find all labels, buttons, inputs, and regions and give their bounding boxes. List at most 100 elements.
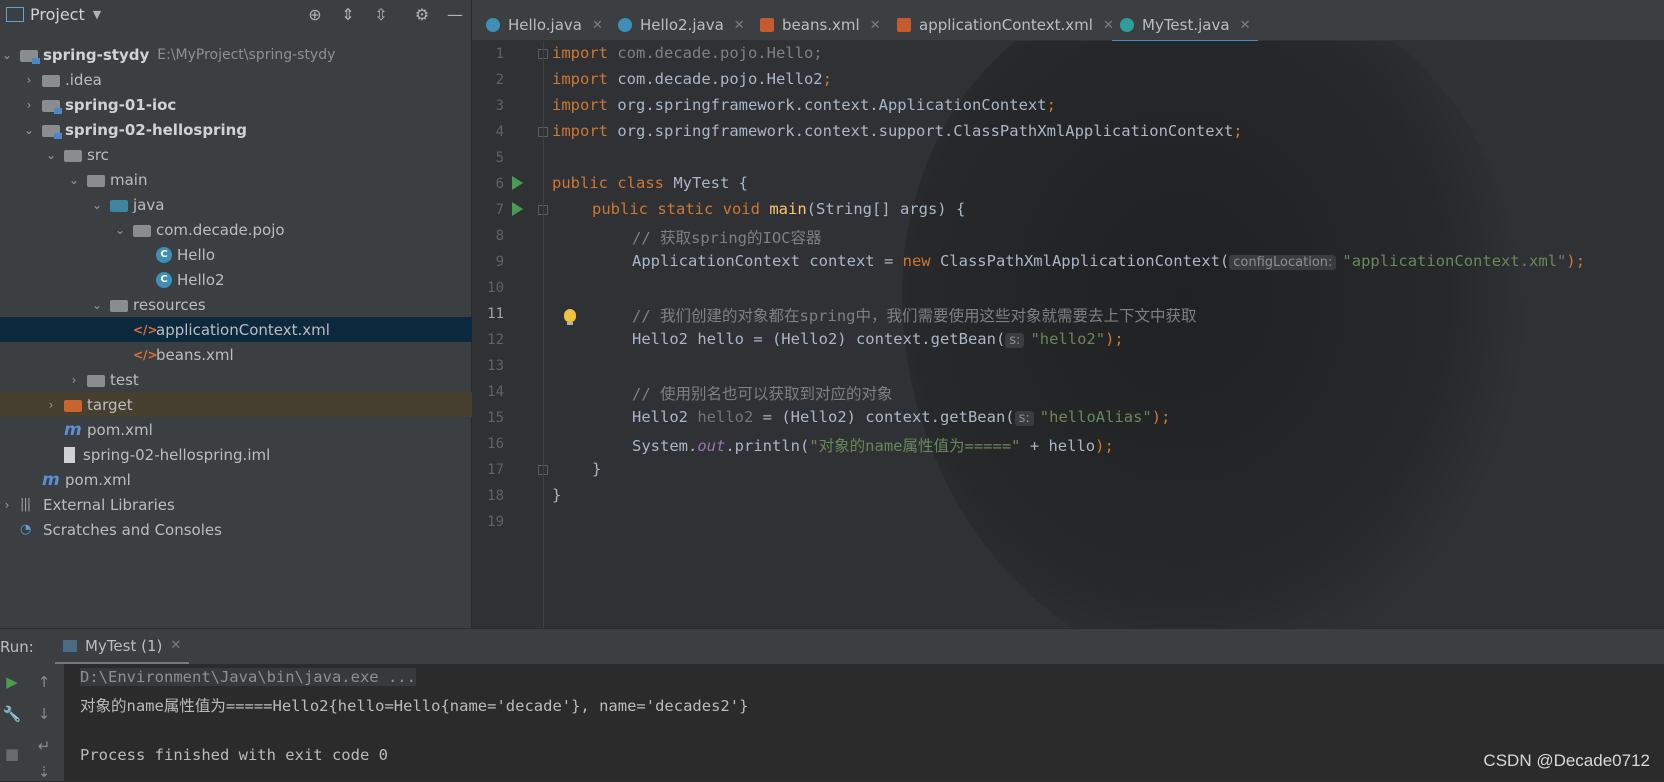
chevron-down-icon[interactable]: ⌄	[67, 173, 81, 187]
tree-item-label: resources	[133, 295, 206, 314]
tree-item-test[interactable]: › test	[0, 367, 538, 392]
line-number: 15	[487, 410, 504, 426]
chevron-down-icon[interactable]: ▼	[93, 8, 101, 21]
chevron-down-icon[interactable]: ⌄	[90, 198, 104, 212]
chevron-down-icon[interactable]: ⌄	[0, 48, 14, 62]
run-class-icon[interactable]	[512, 176, 523, 190]
line-number: 19	[487, 514, 504, 530]
chevron-right-icon[interactable]: ›	[22, 73, 36, 87]
locate-icon[interactable]: ⊕	[305, 4, 325, 24]
tree-item-label: pom.xml	[65, 470, 131, 489]
code-line-1: import com.decade.pojo.Hello;	[552, 44, 823, 62]
lightbulb-icon[interactable]	[564, 309, 576, 325]
chevron-down-icon[interactable]: ⌄	[22, 123, 36, 137]
tree-item-root-pom-xml[interactable]: m pom.xml	[0, 467, 493, 492]
tree-item-spring-01-ioc[interactable]: › spring-01-ioc	[0, 92, 493, 117]
code-line-17: }	[592, 460, 602, 478]
gear-icon[interactable]: ⚙	[412, 4, 432, 24]
tree-item-label: com.decade.pojo	[156, 220, 285, 239]
code-line-12: Hello2 hello = (Hello2) context.getBean(…	[632, 330, 1124, 348]
java-class-icon	[618, 18, 632, 32]
tab-mytest-java[interactable]: MyTest.java ✕	[1112, 10, 1259, 43]
tab-hello2-java[interactable]: Hello2.java ✕	[618, 10, 745, 40]
chevron-down-icon[interactable]: ⌄	[113, 223, 127, 237]
code-line-4: import org.springframework.context.suppo…	[552, 122, 1243, 140]
up-arrow-icon[interactable]: ↑	[34, 672, 54, 692]
gutter-separator	[543, 41, 544, 628]
tab-label: MyTest.java	[1142, 16, 1230, 34]
line-number-current: 11	[487, 306, 504, 322]
code-line-16: System.out.println("对象的name属性值为=====" + …	[632, 437, 1114, 455]
tree-item-target[interactable]: › target	[0, 392, 515, 417]
tree-item-spring-stydy[interactable]: ⌄ spring-stydy E:\MyProject\spring-stydy	[0, 42, 471, 67]
maven-icon: m	[64, 419, 82, 440]
tree-item-label: External Libraries	[43, 495, 175, 514]
hide-icon[interactable]: —	[445, 4, 465, 24]
soft-wrap-icon[interactable]: ↵	[34, 736, 54, 756]
close-icon[interactable]: ✕	[592, 18, 603, 33]
tree-item-label: Hello2	[177, 270, 225, 289]
run-panel-label: Run:	[0, 638, 34, 656]
tab-applicationcontext-xml[interactable]: applicationContext.xml ✕	[897, 10, 1114, 40]
console-line: 对象的name属性值为=====Hello2{hello=Hello{name=…	[80, 697, 749, 715]
code-line-7: public static void main(String[] args) {	[592, 200, 966, 218]
stop-icon[interactable]: ■	[2, 744, 22, 764]
parameter-hint: configLocation:	[1229, 255, 1337, 270]
line-number: 17	[487, 462, 504, 478]
tree-item-idea[interactable]: › .idea	[0, 67, 493, 92]
console-line: D:\Environment\Java\bin\java.exe ...	[80, 668, 416, 686]
editor-tab-bar: Hello.java ✕ Hello2.java ✕ beans.xml ✕ a…	[472, 0, 1664, 43]
chevron-right-icon[interactable]: ›	[67, 373, 81, 387]
tree-item-scratches[interactable]: ◔ Scratches and Consoles	[0, 517, 471, 542]
module-folder-icon	[42, 99, 62, 114]
code-line-3: import org.springframework.context.Appli…	[552, 96, 1056, 114]
tab-hello-java[interactable]: Hello.java ✕	[486, 10, 603, 40]
run-panel-header: Run: MyTest (1) ✕	[0, 628, 1664, 665]
tree-item-iml[interactable]: spring-02-hellospring.iml	[0, 442, 515, 467]
source-folder-icon	[110, 199, 128, 212]
console-output[interactable]: D:\Environment\Java\bin\java.exe ... 对象的…	[64, 664, 1664, 781]
java-class-icon: C	[156, 271, 172, 288]
parameter-hint: s:	[1005, 333, 1025, 348]
folder-icon	[87, 174, 105, 187]
chevron-right-icon[interactable]: ›	[22, 98, 36, 112]
code-line-14: // 使用别名也可以获取到对应的对象	[632, 385, 893, 403]
tab-beans-xml[interactable]: beans.xml ✕	[760, 10, 881, 40]
tree-item-label: test	[110, 370, 139, 389]
tree-item-label: target	[87, 395, 133, 414]
tree-item-label: src	[87, 145, 109, 164]
scroll-to-end-icon[interactable]: ⇣	[34, 762, 54, 782]
project-view-selector[interactable]: Project	[30, 5, 85, 24]
close-icon[interactable]: ✕	[734, 18, 745, 33]
tree-item-label: spring-02-hellospring.iml	[83, 445, 271, 464]
spring-xml-icon	[760, 18, 774, 32]
tree-item-main[interactable]: ⌄ main	[0, 167, 538, 192]
wrench-icon[interactable]: 🔧	[2, 704, 22, 724]
code-editor[interactable]: 1 2 3 4 5 6 7 8 9 10 11 12 13 14 15 16 1…	[472, 41, 1664, 628]
chevron-down-icon[interactable]: ⌄	[90, 298, 104, 312]
tree-item-label: spring-02-hellospring	[65, 120, 248, 139]
down-arrow-icon[interactable]: ↓	[34, 704, 54, 724]
tree-item-pom-xml[interactable]: m pom.xml	[0, 417, 515, 442]
collapse-all-icon[interactable]: ⇳	[371, 4, 391, 24]
run-tab-mytest[interactable]: MyTest (1) ✕	[55, 629, 190, 665]
folder-icon	[87, 374, 105, 387]
close-icon[interactable]: ✕	[170, 638, 181, 653]
close-icon[interactable]: ✕	[870, 18, 881, 33]
project-panel-header: Project ▼ ⊕ ⇕ ⇳ ⚙ —	[0, 0, 471, 28]
expand-all-icon[interactable]: ⇕	[338, 4, 358, 24]
resources-folder-icon	[110, 299, 128, 312]
run-main-icon[interactable]	[512, 202, 523, 216]
line-number: 5	[495, 150, 504, 166]
tree-item-external-libraries[interactable]: › ||| External Libraries	[0, 492, 471, 517]
tree-item-src[interactable]: ⌄ src	[0, 142, 515, 167]
tree-item-spring-02-hellospring[interactable]: ⌄ spring-02-hellospring	[0, 117, 493, 142]
tree-item-label: java	[133, 195, 165, 214]
chevron-right-icon[interactable]: ›	[0, 498, 14, 512]
close-icon[interactable]: ✕	[1240, 18, 1251, 33]
chevron-right-icon[interactable]: ›	[44, 398, 58, 412]
line-number: 1	[495, 46, 504, 62]
chevron-down-icon[interactable]: ⌄	[44, 148, 58, 162]
rerun-icon[interactable]: ▶	[2, 672, 22, 692]
java-class-icon	[486, 18, 500, 32]
